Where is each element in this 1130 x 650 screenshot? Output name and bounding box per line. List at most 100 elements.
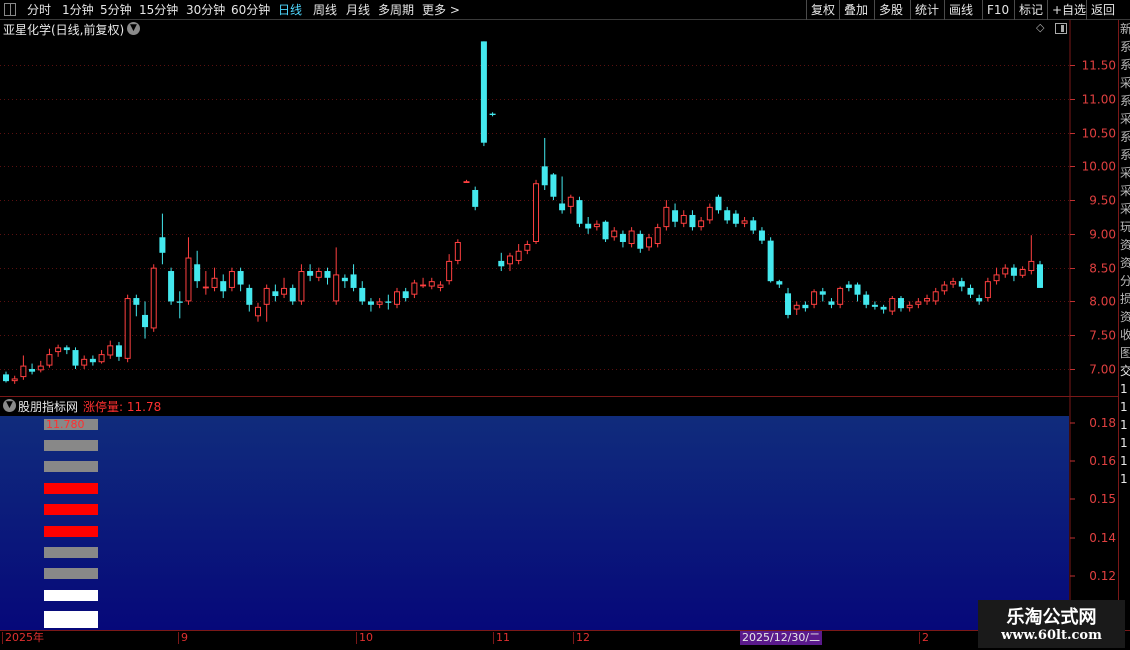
panel-toggle-icon[interactable] [4,3,16,16]
toolbar-action-button[interactable]: F10 [987,2,1009,18]
candlestick[interactable] [602,220,609,242]
candlestick[interactable] [307,264,314,282]
candlestick[interactable] [637,230,644,253]
candlestick[interactable] [89,355,96,366]
candlestick[interactable] [489,112,496,117]
candlestick[interactable] [732,210,739,228]
candlestick[interactable] [533,179,540,245]
candlestick[interactable] [420,277,427,288]
candlestick[interactable] [463,179,470,183]
period-tab[interactable]: 月线 [346,2,370,18]
candlestick[interactable] [767,237,774,283]
candlestick[interactable] [758,227,765,245]
toolbar-action-button[interactable]: 多股 [879,2,903,18]
candlestick[interactable] [950,277,957,288]
candlestick[interactable] [967,284,974,299]
candlestick[interactable] [906,301,913,312]
candlestick[interactable] [958,277,965,292]
candlestick[interactable] [941,281,948,295]
candlestick[interactable] [272,284,279,302]
candlestick[interactable] [55,344,62,357]
candlestick[interactable] [680,210,687,228]
candlestick[interactable] [628,227,635,248]
candlestick[interactable] [541,137,548,190]
toolbar-action-button[interactable]: 标记 [1019,2,1043,18]
candlestick[interactable] [194,250,201,288]
candlestick[interactable] [993,267,1000,285]
candlestick[interactable] [246,284,253,312]
candlestick[interactable] [585,217,592,234]
candlestick[interactable] [289,284,296,305]
candlestick[interactable] [724,206,731,224]
candlestick[interactable] [411,279,418,299]
candlestick[interactable] [654,223,661,248]
candlestick[interactable] [611,227,618,241]
candlestick[interactable] [228,267,235,292]
candlestick[interactable] [819,287,826,302]
candlestick[interactable] [645,233,652,251]
candlestick[interactable] [11,375,18,384]
period-tab[interactable]: 多周期 [378,2,414,18]
candlestick[interactable] [185,237,192,305]
candlestick[interactable] [1010,264,1017,282]
toolbar-action-button[interactable]: 复权 [811,2,835,18]
candlestick[interactable] [376,298,383,309]
candlestick[interactable] [394,287,401,309]
candlestick[interactable] [324,267,331,285]
candlestick[interactable] [1037,260,1043,288]
candlestick[interactable] [359,281,366,305]
period-tab[interactable]: 分时 [27,2,51,18]
candlestick[interactable] [237,267,244,292]
candlestick[interactable] [428,277,435,290]
candlestick[interactable] [454,239,461,265]
candlestick[interactable] [567,194,574,214]
period-tab[interactable]: 周线 [313,2,337,18]
toolbar-action-button[interactable]: 叠加 [844,2,868,18]
candlestick[interactable] [385,294,392,310]
candlestick[interactable] [672,203,679,228]
candlestick[interactable] [446,254,453,285]
candlestick[interactable] [593,220,600,231]
candlestick[interactable] [315,267,322,282]
candlestick[interactable] [298,264,305,305]
candlestick[interactable] [220,274,227,299]
candlestick[interactable] [107,340,114,359]
candlestick[interactable] [663,200,670,231]
candlestick[interactable] [115,341,122,361]
candlestick[interactable] [880,304,887,314]
candlestick[interactable] [124,294,131,363]
candlestick[interactable] [341,274,348,288]
candlestick[interactable] [333,247,340,305]
candlestick[interactable] [576,196,583,228]
candlestick[interactable] [984,277,991,302]
period-tab[interactable]: 15分钟 [139,2,178,18]
candlestick[interactable] [524,240,531,255]
period-tab[interactable]: 5分钟 [100,2,132,18]
candlestick[interactable] [254,302,261,322]
period-tab[interactable]: 60分钟 [231,2,270,18]
price-chart[interactable]: 11.50 11.00 10.50 10.00 9.50 9.00 8.50 8.00 7.50… [0,20,1118,397]
candlestick[interactable] [437,281,444,292]
candlestick[interactable] [706,203,713,224]
toolbar-action-button[interactable]: 返回 [1091,2,1115,18]
candlestick[interactable] [802,301,809,312]
candlestick[interactable] [3,371,9,383]
candlestick[interactable] [81,355,88,369]
candlestick[interactable] [811,289,818,309]
indicator-chart[interactable]: 0.18 0.16 0.15 0.14 0.12 11.780 [0,397,1118,630]
candlestick[interactable] [837,286,844,309]
candlestick[interactable] [202,271,209,295]
candlestick[interactable] [63,345,70,355]
candlestick[interactable] [828,298,835,309]
candlestick[interactable] [20,355,27,380]
candlestick[interactable] [924,294,931,305]
candlestick[interactable] [845,281,852,292]
period-tab[interactable]: 更多 > [422,2,460,18]
candlestick[interactable] [871,301,878,310]
period-tab[interactable]: 1分钟 [62,2,94,18]
candlestick[interactable] [402,287,409,302]
candlestick[interactable] [915,298,922,309]
period-tab[interactable]: 30分钟 [186,2,225,18]
candlestick[interactable] [29,363,36,375]
candlestick[interactable] [159,213,166,265]
